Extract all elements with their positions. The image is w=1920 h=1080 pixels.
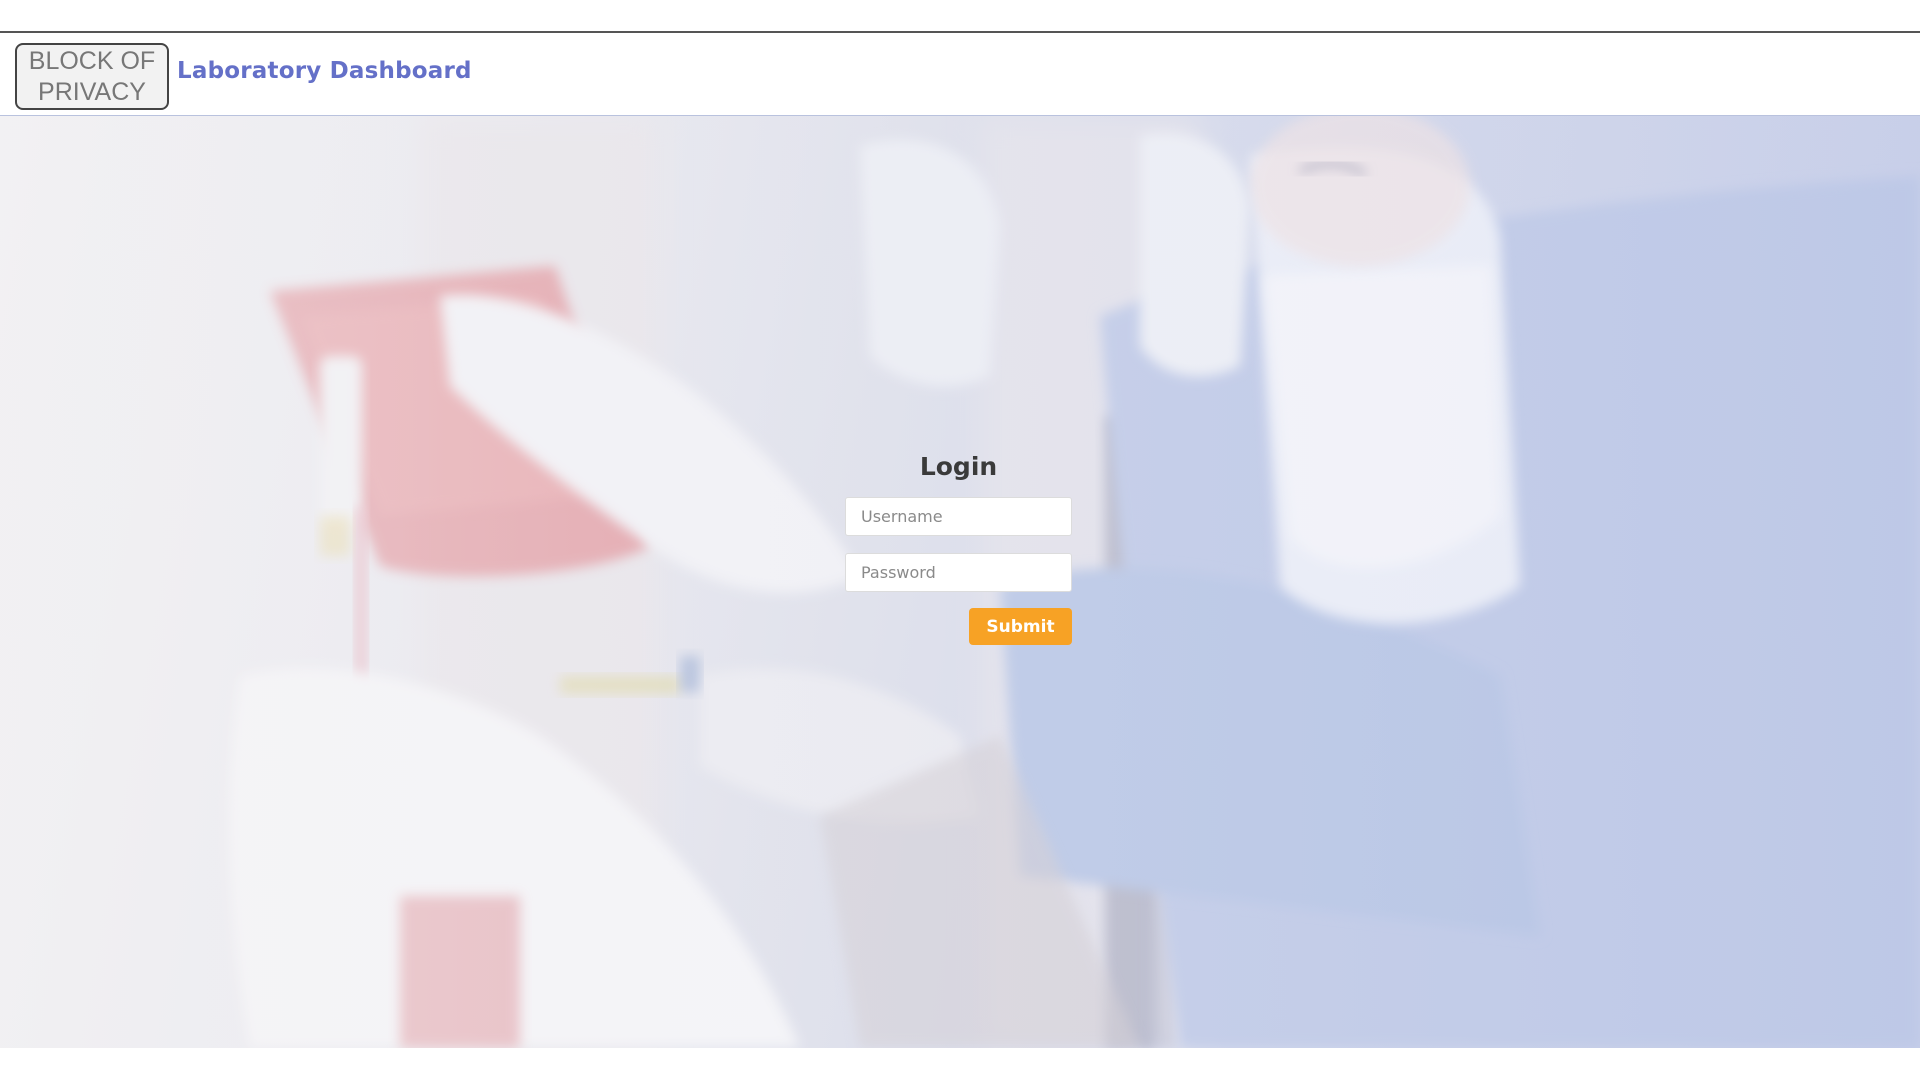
username-input[interactable] — [845, 497, 1072, 536]
login-form: Login Submit — [845, 447, 1072, 645]
submit-button[interactable]: Submit — [969, 608, 1072, 645]
logo: BLOCK OF PRIVACY — [15, 43, 169, 110]
login-title: Login — [919, 452, 998, 481]
footer-strip — [0, 1048, 1920, 1080]
password-input[interactable] — [845, 553, 1072, 592]
hero-background: Login Submit — [0, 116, 1920, 1048]
app-title: Laboratory Dashboard — [177, 58, 472, 84]
submit-row: Submit — [845, 608, 1072, 645]
app-header: BLOCK OF PRIVACY Laboratory Dashboard — [0, 33, 1920, 116]
logo-line-2: PRIVACY — [38, 77, 146, 106]
logo-line-1: BLOCK OF — [28, 46, 156, 75]
